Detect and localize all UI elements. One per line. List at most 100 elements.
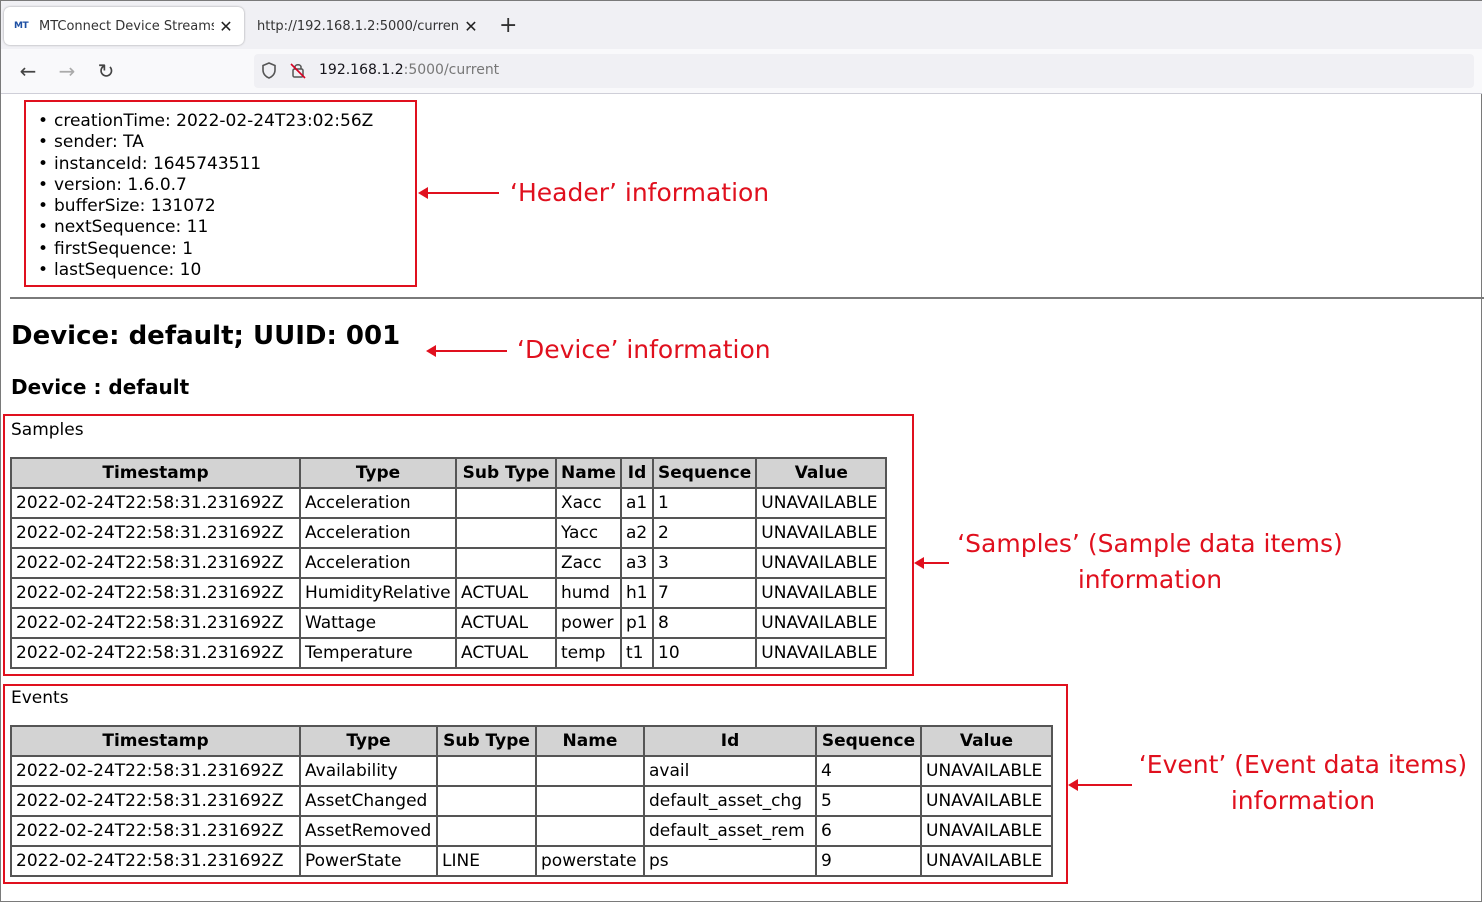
- cell-id: default_asset_rem: [643, 815, 817, 847]
- column-header: Sub Type: [455, 457, 557, 489]
- address-bar[interactable]: 192.168.1.2:5000/current: [254, 54, 1474, 88]
- mtconnect-favicon-icon: MT: [14, 21, 29, 31]
- cell-subtype: ACTUAL: [455, 637, 557, 669]
- column-header: Id: [643, 725, 817, 757]
- insecure-lock-icon[interactable]: [289, 61, 307, 79]
- cell-value: UNAVAILABLE: [920, 845, 1053, 877]
- cell-id: a2: [620, 517, 654, 549]
- cell-type: Temperature: [299, 637, 457, 669]
- column-header: Sub Type: [436, 725, 537, 757]
- cell-name: humd: [555, 577, 622, 609]
- close-icon[interactable]: ✕: [459, 17, 483, 36]
- table-row: 2022-02-24T22:58:31.231692Z Acceleration…: [10, 487, 888, 519]
- column-header: Timestamp: [10, 725, 301, 757]
- reload-icon[interactable]: ↻: [94, 59, 118, 83]
- header-buffer-size: bufferSize: 131072: [38, 196, 373, 217]
- cell-name: powerstate: [535, 845, 645, 877]
- navigation-toolbar: ← → ↻ 192.168.1.2:5000/current: [1, 49, 1482, 94]
- header-sender: sender: TA: [38, 132, 373, 153]
- tab-strip: MT MTConnect Device Streams ✕ http://192…: [1, 1, 1482, 49]
- header-creation-time: creationTime: 2022-02-24T23:02:56Z: [38, 111, 373, 132]
- cell-type: Acceleration: [299, 517, 457, 549]
- cell-value: UNAVAILABLE: [920, 785, 1053, 817]
- cell-type: HumidityRelative: [299, 577, 457, 609]
- table-row: 2022-02-24T22:58:31.231692Z Temperature …: [10, 637, 888, 669]
- cell-id: h1: [620, 577, 654, 609]
- cell-value: UNAVAILABLE: [755, 517, 888, 549]
- column-header: Type: [299, 457, 457, 489]
- arrow-left-icon[interactable]: ←: [16, 59, 40, 83]
- table-header-row: Timestamp Type Sub Type Name Id Sequence…: [10, 725, 1053, 757]
- cell-type: AssetRemoved: [299, 815, 438, 847]
- cell-timestamp: 2022-02-24T22:58:31.231692Z: [10, 785, 301, 817]
- cell-sequence: 6: [815, 815, 922, 847]
- device-subtitle: Device : default: [11, 375, 190, 399]
- events-caption: Events: [11, 688, 69, 708]
- cell-subtype: [455, 487, 557, 519]
- header-info-box: creationTime: 2022-02-24T23:02:56Z sende…: [24, 100, 417, 287]
- shield-icon[interactable]: [260, 61, 278, 79]
- events-table: Timestamp Type Sub Type Name Id Sequence…: [10, 725, 1053, 877]
- tab-title: MTConnect Device Streams: [39, 18, 214, 34]
- cell-name: power: [555, 607, 622, 639]
- tab-mtconnect-streams[interactable]: MT MTConnect Device Streams ✕: [4, 7, 244, 45]
- cell-id: a1: [620, 487, 654, 519]
- cell-subtype: [436, 755, 537, 787]
- cell-value: UNAVAILABLE: [755, 577, 888, 609]
- header-instance-id: instanceId: 1645743511: [38, 154, 373, 175]
- url-path: :5000/current: [403, 62, 500, 78]
- events-annotation: ‘Event’ (Event data items) information: [1136, 747, 1470, 819]
- horizontal-rule: [10, 297, 1484, 299]
- column-header: Value: [920, 725, 1053, 757]
- device-annotation-arrow-icon: [426, 345, 507, 357]
- events-annotation-line2: information: [1230, 786, 1376, 815]
- table-row: 2022-02-24T22:58:31.231692Z Acceleration…: [10, 547, 888, 579]
- tab-current-url[interactable]: http://192.168.1.2:5000/current ✕: [249, 7, 489, 45]
- column-header: Sequence: [815, 725, 922, 757]
- cell-name: Yacc: [555, 517, 622, 549]
- cell-id: p1: [620, 607, 654, 639]
- cell-timestamp: 2022-02-24T22:58:31.231692Z: [10, 517, 301, 549]
- cell-value: UNAVAILABLE: [755, 547, 888, 579]
- header-next-sequence: nextSequence: 11: [38, 217, 373, 238]
- header-annotation-arrow-icon: [418, 187, 499, 199]
- table-row: 2022-02-24T22:58:31.231692Z AssetChanged…: [10, 785, 1053, 817]
- cell-value: UNAVAILABLE: [755, 607, 888, 639]
- table-row: 2022-02-24T22:58:31.231692Z PowerState L…: [10, 845, 1053, 877]
- column-header: Timestamp: [10, 457, 301, 489]
- cell-sequence: 9: [815, 845, 922, 877]
- cell-name: [535, 815, 645, 847]
- close-icon[interactable]: ✕: [214, 17, 238, 36]
- cell-timestamp: 2022-02-24T22:58:31.231692Z: [10, 577, 301, 609]
- cell-type: PowerState: [299, 845, 438, 877]
- column-header: Name: [555, 457, 622, 489]
- table-row: 2022-02-24T22:58:31.231692Z HumidityRela…: [10, 577, 888, 609]
- header-info-list: creationTime: 2022-02-24T23:02:56Z sende…: [38, 111, 373, 281]
- table-row: 2022-02-24T22:58:31.231692Z Acceleration…: [10, 517, 888, 549]
- device-title: Device: default; UUID: 001: [11, 321, 401, 351]
- url-text[interactable]: 192.168.1.2:5000/current: [319, 62, 499, 78]
- events-annotation-line1: ‘Event’ (Event data items): [1138, 750, 1468, 779]
- cell-timestamp: 2022-02-24T22:58:31.231692Z: [10, 547, 301, 579]
- cell-subtype: [436, 815, 537, 847]
- cell-type: AssetChanged: [299, 785, 438, 817]
- cell-name: [535, 785, 645, 817]
- samples-annotation: ‘Samples’ (Sample data items) informatio…: [955, 526, 1345, 598]
- cell-name: Zacc: [555, 547, 622, 579]
- cell-sequence: 4: [815, 755, 922, 787]
- cell-subtype: [455, 517, 557, 549]
- column-header: Id: [620, 457, 654, 489]
- cell-id: t1: [620, 637, 654, 669]
- cell-name: temp: [555, 637, 622, 669]
- new-tab-button[interactable]: +: [499, 13, 517, 39]
- samples-annotation-line1: ‘Samples’ (Sample data items): [957, 529, 1343, 558]
- header-first-sequence: firstSequence: 1: [38, 239, 373, 260]
- arrow-right-icon[interactable]: →: [55, 59, 79, 83]
- column-header: Type: [299, 725, 438, 757]
- cell-sequence: 8: [651, 607, 758, 639]
- cell-timestamp: 2022-02-24T22:58:31.231692Z: [10, 815, 301, 847]
- cell-value: UNAVAILABLE: [755, 487, 888, 519]
- cell-timestamp: 2022-02-24T22:58:31.231692Z: [10, 637, 301, 669]
- cell-type: Wattage: [299, 607, 457, 639]
- cell-subtype: [436, 785, 537, 817]
